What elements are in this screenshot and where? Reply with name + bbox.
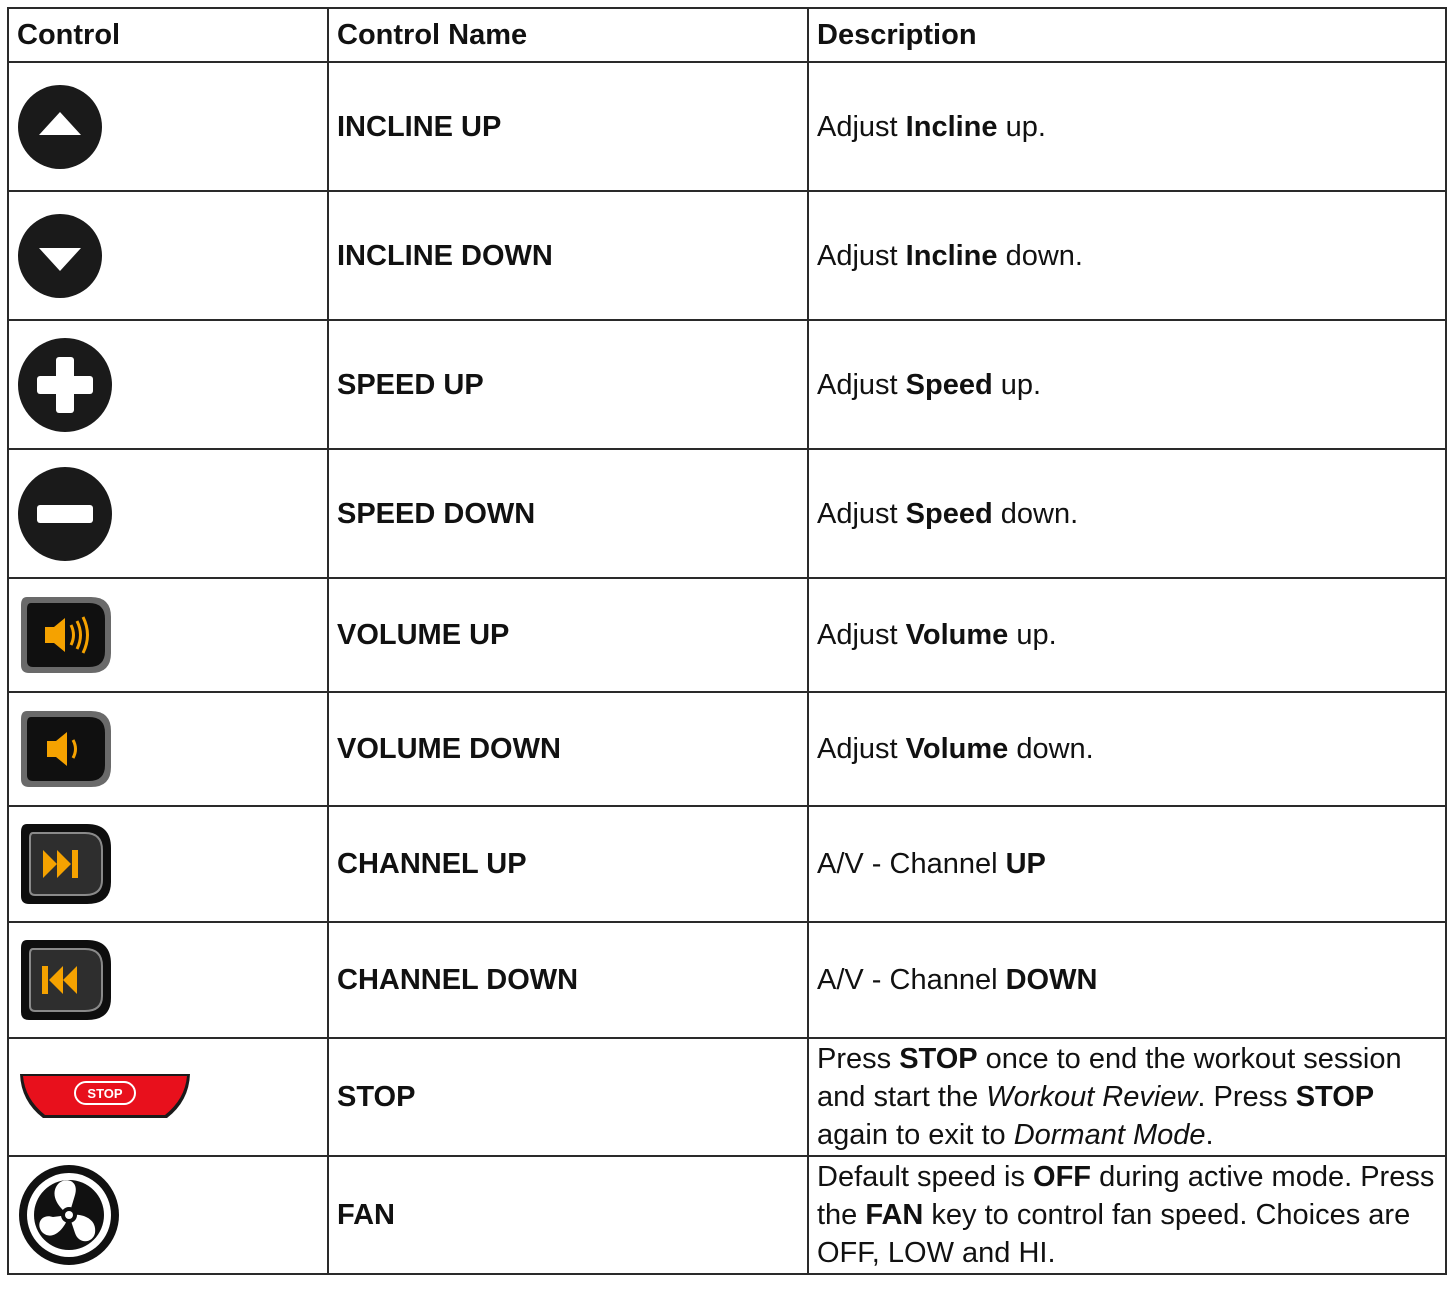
table-row: SPEED UP Adjust Speed up. xyxy=(7,319,1447,450)
control-description: A/V - Channel DOWN xyxy=(807,921,1447,1039)
incline-up-icon[interactable] xyxy=(17,84,103,170)
control-cell xyxy=(7,577,329,693)
control-cell xyxy=(7,921,329,1039)
table-row: FAN Default speed is OFF during active m… xyxy=(7,1155,1447,1275)
stop-button-icon[interactable]: STOP xyxy=(17,1071,193,1123)
table-row: INCLINE UP Adjust Incline up. xyxy=(7,61,1447,192)
control-name: SPEED DOWN xyxy=(327,448,809,579)
control-name: VOLUME UP xyxy=(327,577,809,693)
table-row: INCLINE DOWN Adjust Incline down. xyxy=(7,190,1447,321)
control-name: INCLINE UP xyxy=(327,61,809,192)
channel-up-skip-forward-icon[interactable] xyxy=(17,820,115,908)
header-description: Description xyxy=(807,7,1447,63)
control-cell xyxy=(7,691,329,807)
speed-up-plus-icon[interactable] xyxy=(17,337,113,433)
fan-icon[interactable] xyxy=(17,1163,121,1267)
channel-down-skip-back-icon[interactable] xyxy=(17,936,115,1024)
control-description: Adjust Volume up. xyxy=(807,577,1447,693)
table-row: VOLUME DOWN Adjust Volume down. xyxy=(7,691,1447,807)
control-cell xyxy=(7,319,329,450)
header-control-name: Control Name xyxy=(327,7,809,63)
control-cell xyxy=(7,61,329,192)
control-cell: STOP xyxy=(7,1037,329,1157)
control-description: Adjust Incline up. xyxy=(807,61,1447,192)
control-description: A/V - Channel UP xyxy=(807,805,1447,923)
control-description: Press STOP once to end the workout sessi… xyxy=(807,1037,1447,1157)
control-description: Adjust Speed up. xyxy=(807,319,1447,450)
volume-down-icon[interactable] xyxy=(17,707,115,791)
control-description: Default speed is OFF during active mode.… xyxy=(807,1155,1447,1275)
table-row: CHANNEL DOWN A/V - Channel DOWN xyxy=(7,921,1447,1039)
header-row: Control Control Name Description xyxy=(7,7,1447,63)
control-cell xyxy=(7,805,329,923)
volume-up-icon[interactable] xyxy=(17,593,115,677)
stop-button-label: STOP xyxy=(87,1086,122,1101)
control-description: Adjust Volume down. xyxy=(807,691,1447,807)
incline-down-icon[interactable] xyxy=(17,213,103,299)
control-cell xyxy=(7,448,329,579)
control-cell xyxy=(7,1155,329,1275)
control-name: CHANNEL DOWN xyxy=(327,921,809,1039)
table-row: SPEED DOWN Adjust Speed down. xyxy=(7,448,1447,579)
controls-table: Control Control Name Description INCLINE… xyxy=(7,7,1447,1275)
control-name: STOP xyxy=(327,1037,809,1157)
control-description: Adjust Speed down. xyxy=(807,448,1447,579)
table-row: VOLUME UP Adjust Volume up. xyxy=(7,577,1447,693)
control-name: INCLINE DOWN xyxy=(327,190,809,321)
control-name: SPEED UP xyxy=(327,319,809,450)
table-row: CHANNEL UP A/V - Channel UP xyxy=(7,805,1447,923)
control-name: VOLUME DOWN xyxy=(327,691,809,807)
table-row: STOP STOP Press STOP once to end the wor… xyxy=(7,1037,1447,1157)
control-name: CHANNEL UP xyxy=(327,805,809,923)
control-description: Adjust Incline down. xyxy=(807,190,1447,321)
header-control: Control xyxy=(7,7,329,63)
control-name: FAN xyxy=(327,1155,809,1275)
speed-down-minus-icon[interactable] xyxy=(17,466,113,562)
control-cell xyxy=(7,190,329,321)
